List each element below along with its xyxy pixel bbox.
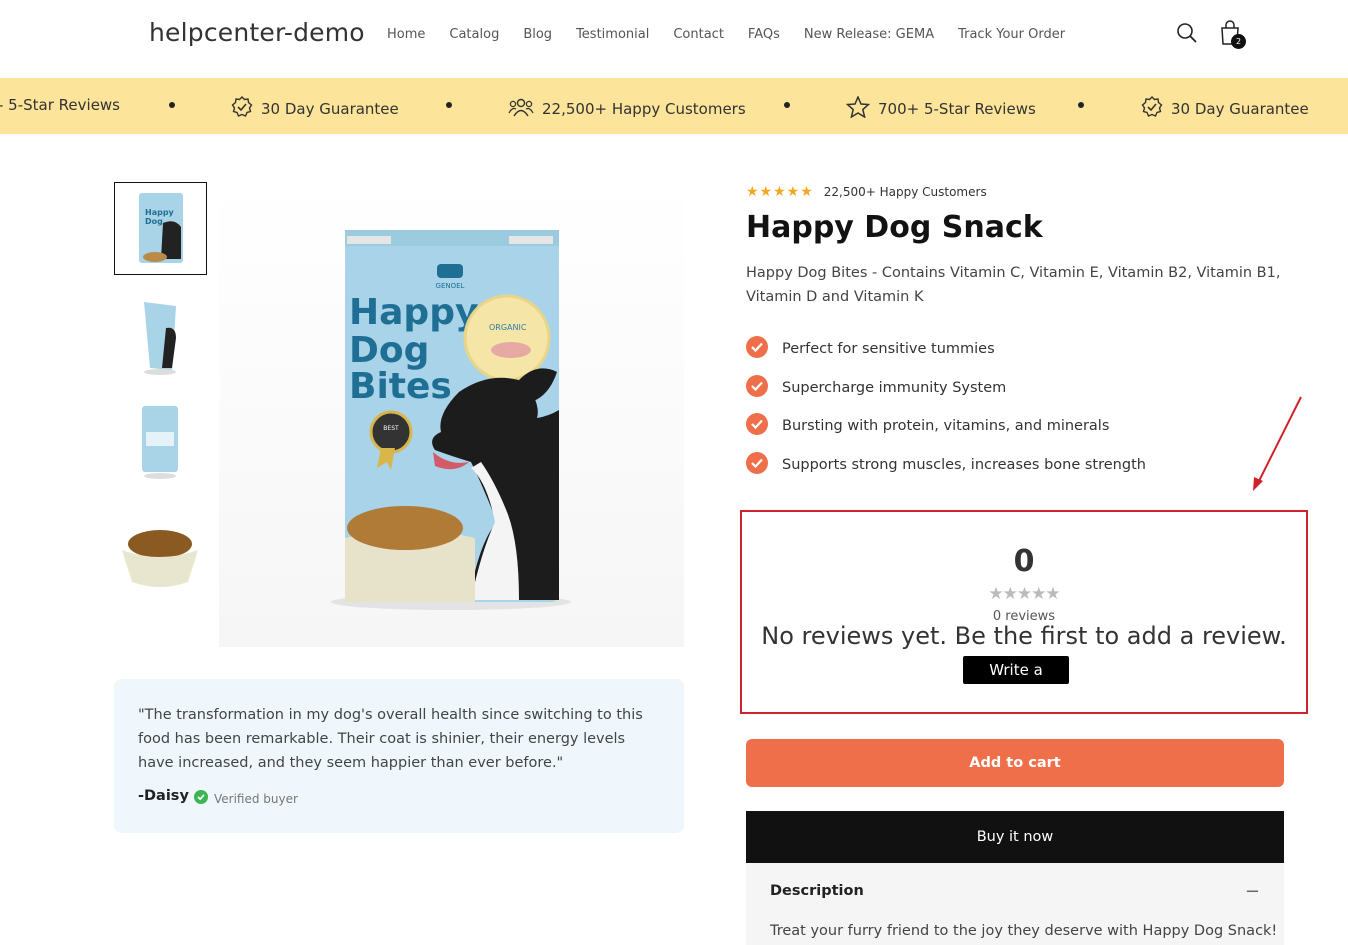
nav-blog[interactable]: Blog — [523, 27, 552, 42]
annotation-arrow — [1250, 395, 1306, 499]
description-text: Treat your furry friend to the joy they … — [770, 923, 1278, 939]
benefit-item: Bursting with protein, vitamins, and min… — [746, 413, 1109, 439]
testimonial-quote: "The transformation in my dog's overall … — [138, 707, 643, 771]
benefit-item: Supercharge immunity System — [746, 375, 1006, 401]
nav-home[interactable]: Home — [387, 27, 425, 42]
add-to-cart-button[interactable]: Add to cart — [746, 739, 1284, 787]
benefit-item: Supports strong muscles, increases bone … — [746, 452, 1146, 478]
review-stars-empty: ★★★★★ — [988, 584, 1060, 604]
verified-check-icon — [194, 790, 208, 807]
benefit-item: Perfect for sensitive tummies — [746, 336, 995, 362]
svg-text:ORGANIC: ORGANIC — [489, 323, 527, 332]
cart-count-badge: 2 — [1231, 34, 1246, 49]
separator-dot — [169, 102, 175, 108]
product-subtitle: Happy Dog Bites - Contains Vitamin C, Vi… — [746, 265, 1281, 305]
svg-text:GENOEL: GENOEL — [436, 282, 465, 290]
announcement-item: 30 Day Guarantee — [231, 96, 399, 122]
thumbnail-2[interactable] — [114, 288, 207, 381]
product-title: Happy Dog Snack — [746, 210, 1043, 245]
description-accordion[interactable]: Description − Treat your furry friend to… — [746, 863, 1284, 945]
nav-contact[interactable]: Contact — [673, 27, 724, 42]
store-logo[interactable]: helpcenter-demo — [149, 18, 365, 47]
description-title[interactable]: Description — [770, 883, 864, 899]
nav-testimonial[interactable]: Testimonial — [576, 27, 649, 42]
write-review-button[interactable]: Write a Review — [963, 656, 1069, 707]
nav-faqs[interactable]: FAQs — [748, 27, 780, 42]
badge-check-icon — [231, 96, 253, 122]
svg-text:Happy: Happy — [145, 208, 175, 217]
separator-dot — [446, 102, 452, 108]
svg-text:BEST: BEST — [383, 425, 399, 432]
thumbnail-4[interactable] — [114, 500, 207, 593]
badge-check-icon — [1141, 96, 1163, 122]
verified-badge: Verified buyer — [194, 790, 298, 807]
svg-text:Happy: Happy — [349, 292, 478, 333]
check-circle-icon — [746, 375, 768, 401]
announcement-item: 700+ 5-Star Reviews — [845, 95, 1036, 122]
announcement-item: 30 Day Guarantee — [1141, 96, 1309, 122]
rating-stars: ★★★★★ — [746, 184, 814, 200]
svg-text:Dog: Dog — [145, 217, 163, 226]
buy-now-button[interactable]: Buy it now — [746, 811, 1284, 863]
separator-dot — [1078, 102, 1084, 108]
reviews-empty-message: No reviews yet. Be the first to add a re… — [761, 622, 1287, 650]
check-circle-icon — [746, 413, 768, 439]
rating-summary: ★★★★★ 22,500+ Happy Customers — [746, 184, 987, 200]
svg-text:Bites: Bites — [349, 366, 452, 407]
reviews-widget: 0 ★★★★★ 0 reviews No reviews yet. Be the… — [740, 510, 1308, 714]
rating-label: 22,500+ Happy Customers — [823, 185, 987, 199]
testimonial-author: -Daisy — [138, 788, 189, 804]
thumbnail-3[interactable] — [114, 394, 207, 487]
announcement-item: 22,500+ Happy Customers — [508, 96, 746, 122]
check-circle-icon — [746, 452, 768, 478]
separator-dot — [784, 102, 790, 108]
product-main-image[interactable]: GENOEL Happy Dog Bites ORGANIC BEST — [219, 182, 684, 647]
nav-track-order[interactable]: Track Your Order — [958, 27, 1065, 42]
star-icon — [845, 95, 871, 122]
main-nav: Home Catalog Blog Testimonial Contact FA… — [387, 27, 1065, 42]
review-average: 0 — [1013, 544, 1035, 579]
users-icon — [508, 96, 534, 122]
collapse-icon[interactable]: − — [1245, 881, 1260, 902]
announcement-item: - 5-Star Reviews — [0, 96, 120, 114]
search-icon[interactable] — [1176, 22, 1198, 48]
check-circle-icon — [746, 336, 768, 362]
thumbnail-1[interactable]: Happy Dog — [114, 182, 207, 275]
nav-new-release[interactable]: New Release: GEMA — [804, 27, 934, 42]
announcement-bar: - 5-Star Reviews 30 Day Guarantee 22,500… — [0, 78, 1348, 134]
svg-text:Dog: Dog — [349, 330, 429, 371]
testimonial-card: "The transformation in my dog's overall … — [114, 679, 684, 833]
nav-catalog[interactable]: Catalog — [449, 27, 499, 42]
